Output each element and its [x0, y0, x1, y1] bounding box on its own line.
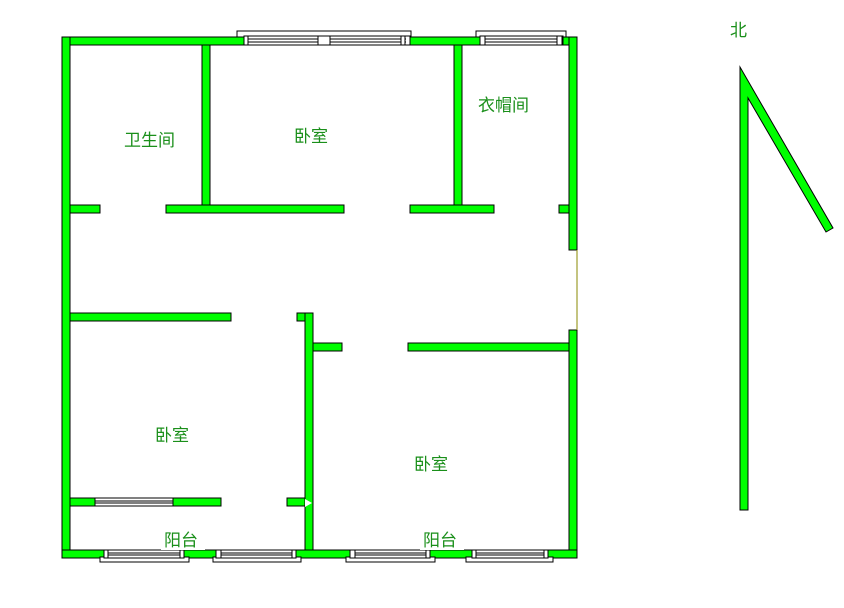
- wall-se-bedroom-top: [407, 342, 570, 352]
- room-label-balcony-west: 阳台: [164, 531, 198, 551]
- floor-plan: 卫生间 卧室 衣帽间 卧室 卧室 阳台 阳台 北: [61, 21, 834, 563]
- compass-label: 北: [730, 21, 747, 41]
- wall-cloak-bottom: [409, 204, 495, 214]
- wall-bedroom-north-bottom: [165, 204, 345, 214]
- window-north-bedroom: [236, 30, 412, 46]
- window-bottom-3: [345, 549, 436, 563]
- wall-sw-balcony-right: [172, 497, 222, 507]
- wall-bottom-3: [295, 549, 351, 559]
- wall-sw-bedroom-top: [69, 312, 232, 322]
- wall-central-vertical: [304, 312, 314, 551]
- wall-sw-balcony-left: [69, 497, 96, 507]
- window-bottom-1: [99, 549, 190, 563]
- room-labels: 卫生间 卧室 衣帽间 卧室 卧室 阳台 阳台: [124, 96, 529, 551]
- wall-bath-vertical: [201, 44, 211, 208]
- room-label-balcony-east: 阳台: [423, 531, 457, 551]
- wall-central-branch: [312, 342, 343, 352]
- window-bottom-4: [465, 549, 554, 563]
- north-arrow-icon: [739, 65, 834, 511]
- wall-left: [61, 36, 71, 559]
- wall-sw-balcony-stub: [286, 497, 306, 507]
- window-sw-bedroom: [94, 497, 174, 507]
- window-cloakroom: [475, 30, 567, 46]
- room-label-bathroom: 卫生间: [124, 131, 175, 151]
- room-label-bedroom-north: 卧室: [294, 127, 328, 147]
- wall-right-lower: [568, 329, 578, 559]
- wall-bottom-1: [61, 549, 105, 559]
- window-bottom-2: [212, 549, 302, 563]
- wall-cloak-vertical: [453, 44, 463, 208]
- wall-bath-stub: [69, 204, 101, 214]
- wall-top-left: [61, 36, 247, 46]
- room-label-bedroom-southwest: 卧室: [155, 426, 189, 446]
- wall-top-mid: [407, 36, 481, 46]
- wall-right-upper: [568, 36, 578, 251]
- wall-right-stub-upper: [558, 204, 570, 214]
- room-label-cloakroom: 衣帽间: [478, 96, 529, 116]
- room-label-bedroom-southeast: 卧室: [414, 455, 448, 475]
- north-compass: 北: [730, 21, 834, 511]
